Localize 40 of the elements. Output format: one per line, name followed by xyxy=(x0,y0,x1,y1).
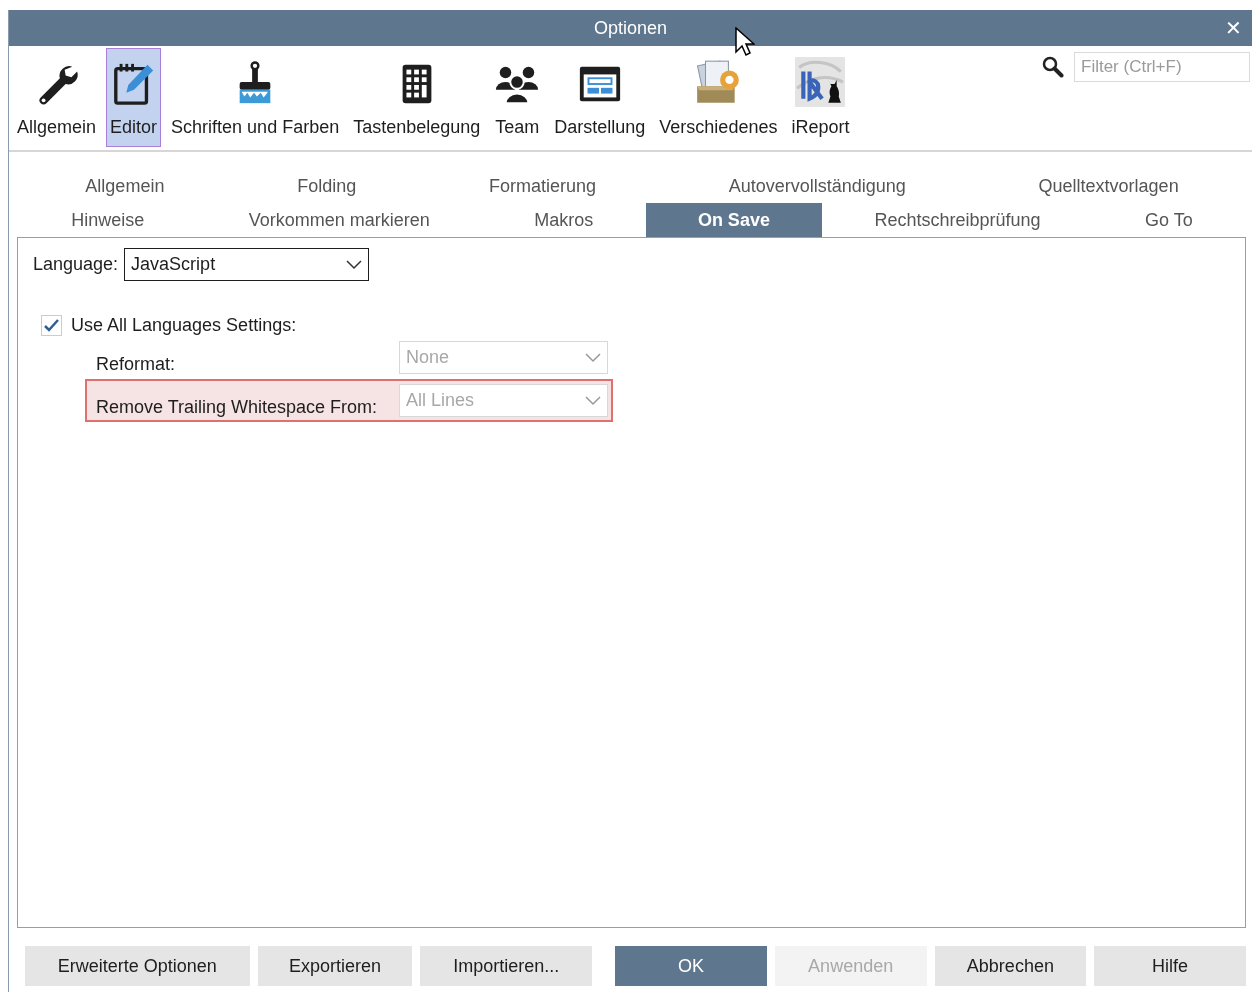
checkbox[interactable] xyxy=(41,315,62,336)
chevron-down-icon xyxy=(585,395,601,406)
window-title: Optionen xyxy=(593,17,668,39)
tab[interactable]: Quelltextvorlagen xyxy=(972,169,1246,203)
category-button[interactable]: iReport xyxy=(787,48,854,147)
language-dropdown[interactable]: JavaScript xyxy=(124,248,370,281)
mouse-cursor-icon xyxy=(735,27,755,57)
tab[interactable]: Autovervollständigung xyxy=(662,169,973,203)
tab[interactable]: Formatierung xyxy=(422,169,663,203)
close-button[interactable]: ✕ xyxy=(1221,14,1246,42)
tab[interactable]: Hinweise xyxy=(19,203,197,237)
filter-field[interactable]: Filter (Ctrl+F) xyxy=(1074,52,1250,82)
category-button[interactable]: Tastenbelegung xyxy=(349,48,485,147)
dialog-button[interactable]: Importieren... xyxy=(420,946,593,986)
tab[interactable]: Makros xyxy=(482,203,646,237)
category-button[interactable]: Team xyxy=(490,48,545,147)
tab[interactable]: Go To xyxy=(1092,203,1245,237)
tab[interactable]: On Save xyxy=(645,203,823,237)
dialog-button[interactable]: Erweiterte Optionen xyxy=(25,946,250,986)
search-icon xyxy=(1042,56,1064,78)
dialog-button[interactable]: Exportieren xyxy=(257,946,413,986)
tab[interactable]: Vorkommen markieren xyxy=(196,203,483,237)
dialog-button[interactable]: OK xyxy=(615,946,767,986)
category-button[interactable]: Verschiedenes xyxy=(655,48,782,147)
field-label: Reformat: xyxy=(96,353,177,375)
dialog-button[interactable]: Hilfe xyxy=(1094,946,1246,986)
field-label: Remove Trailing Whitespace From: xyxy=(96,396,379,418)
chevron-down-icon xyxy=(346,259,363,270)
category-button[interactable]: Darstellung xyxy=(550,48,650,147)
chevron-down-icon xyxy=(585,352,601,363)
field-label: Language: xyxy=(33,254,119,275)
checkbox-label: Use All Languages Settings: xyxy=(71,315,297,336)
cat-logo-icon xyxy=(795,57,846,107)
category-button[interactable]: Editor xyxy=(106,48,162,147)
tab[interactable]: Rechtschreibprüfung xyxy=(822,203,1093,237)
tab[interactable]: Folding xyxy=(230,169,423,203)
category-button[interactable]: Schriften und Farben xyxy=(167,48,344,147)
tab[interactable]: Allgemein xyxy=(19,169,231,203)
category-button[interactable]: Allgemein xyxy=(13,48,101,147)
dialog-button[interactable]: Abbrechen xyxy=(934,946,1087,986)
